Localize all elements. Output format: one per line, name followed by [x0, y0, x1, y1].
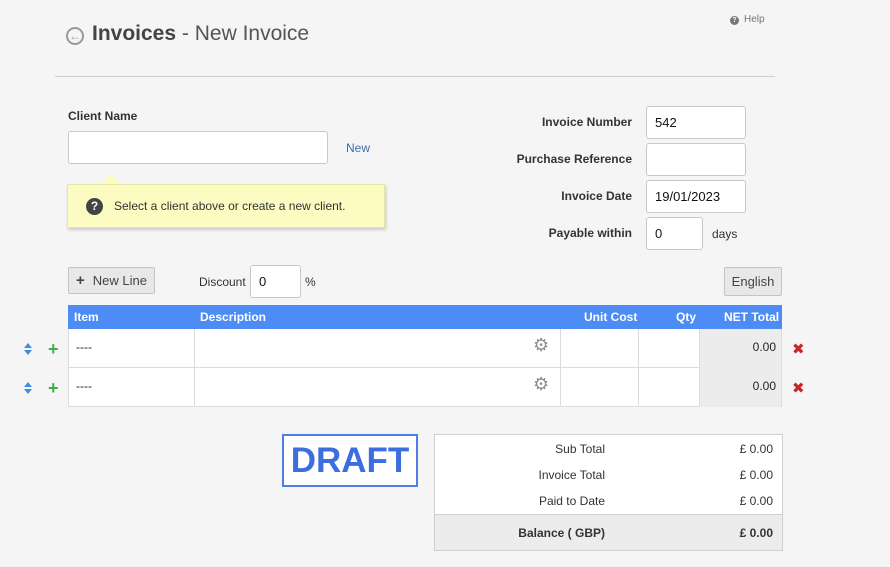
invoice-number-input[interactable]: 542	[646, 106, 746, 139]
back-icon[interactable]: ←	[66, 27, 84, 45]
help-link[interactable]: ? Help	[730, 14, 765, 25]
net-total-value: 0.00	[752, 340, 776, 354]
invoice-number-label: Invoice Number	[541, 115, 632, 129]
invoice-date-label: Invoice Date	[561, 189, 632, 203]
title-page: New Invoice	[194, 22, 310, 45]
add-row-icon[interactable]: +	[48, 379, 59, 397]
new-line-button[interactable]: + New Line	[68, 267, 155, 294]
table-row	[68, 329, 782, 368]
client-name-input[interactable]	[68, 131, 328, 164]
column-header-net-total: NET Total	[724, 310, 780, 324]
delete-row-icon[interactable]: ✖	[792, 340, 805, 358]
title-section: Invoices	[92, 22, 177, 45]
plus-icon: +	[76, 272, 85, 289]
invoice-date-input[interactable]: 19/01/2023	[646, 180, 746, 213]
days-label: days	[712, 227, 738, 241]
sub-total-value: £ 0.00	[739, 442, 773, 456]
client-name-label: Client Name	[68, 109, 138, 123]
gear-icon[interactable]: ⚙	[533, 374, 549, 395]
cell-divider	[560, 368, 561, 407]
balance-value: £ 0.00	[739, 526, 773, 540]
table-row	[68, 368, 782, 407]
client-tooltip-text: Select a client above or create a new cl…	[114, 199, 346, 213]
header-divider	[55, 76, 775, 77]
page-title: Invoices - New Invoice	[92, 22, 309, 46]
new-line-label: New Line	[92, 273, 147, 288]
question-circle-icon: ?	[86, 198, 103, 215]
delete-row-icon[interactable]: ✖	[792, 379, 805, 397]
item-cell[interactable]: ----	[76, 340, 92, 354]
draft-stamp: DRAFT	[282, 434, 418, 487]
gear-icon[interactable]: ⚙	[533, 335, 549, 356]
title-separator: -	[176, 22, 195, 45]
add-row-icon[interactable]: +	[48, 340, 59, 358]
cell-divider	[194, 368, 195, 407]
discount-label: Discount	[199, 275, 246, 289]
cell-divider	[638, 329, 639, 368]
invoice-total-label: Invoice Total	[538, 468, 606, 482]
line-items-header	[68, 305, 782, 329]
paid-to-date-label: Paid to Date	[538, 494, 605, 508]
language-button[interactable]: English	[724, 267, 782, 296]
cell-divider	[560, 329, 561, 368]
discount-input[interactable]: 0	[250, 265, 301, 298]
purchase-reference-label: Purchase Reference	[516, 152, 632, 166]
balance-label: Balance ( GBP)	[518, 526, 605, 540]
help-icon: ?	[730, 16, 739, 25]
sort-icon[interactable]	[24, 343, 34, 355]
item-cell[interactable]: ----	[76, 379, 92, 393]
sort-icon[interactable]	[24, 382, 34, 394]
cell-divider	[638, 368, 639, 407]
percent-label: %	[305, 275, 316, 289]
column-header-unit-cost: Unit Cost	[584, 310, 638, 324]
purchase-reference-input[interactable]	[646, 143, 746, 176]
cell-divider	[194, 329, 195, 368]
paid-to-date-value: £ 0.00	[739, 494, 773, 508]
column-header-qty: Qty	[676, 310, 697, 324]
column-header-description: Description	[200, 310, 267, 324]
help-label: Help	[744, 14, 765, 25]
new-client-link[interactable]: New	[346, 141, 370, 155]
payable-within-input[interactable]: 0	[646, 217, 703, 250]
net-total-value: 0.00	[752, 379, 776, 393]
sub-total-label: Sub Total	[555, 442, 605, 456]
invoice-total-value: £ 0.00	[739, 468, 773, 482]
column-header-item: Item	[74, 310, 99, 324]
payable-within-label: Payable within	[548, 226, 632, 240]
